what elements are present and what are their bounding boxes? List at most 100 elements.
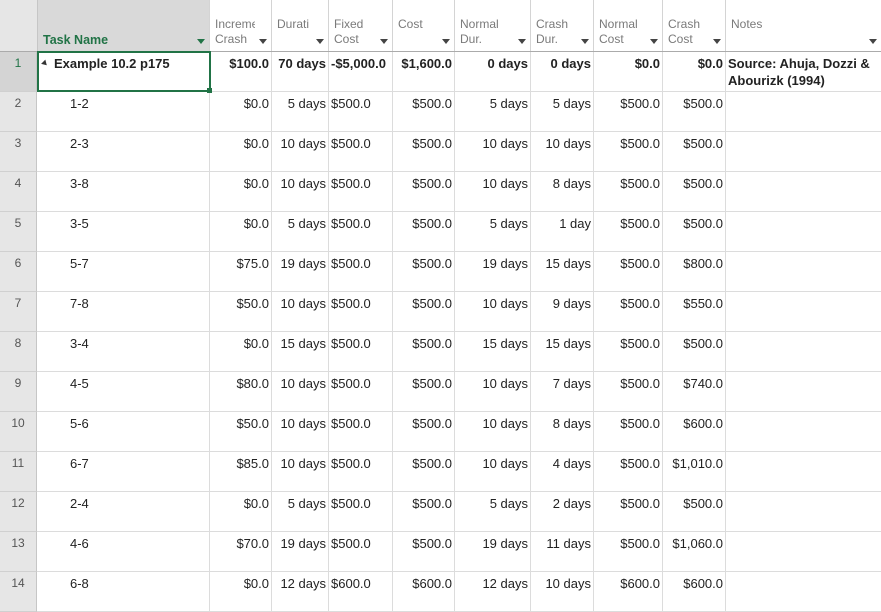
normal-cost-cell[interactable]: $500.0 — [594, 172, 663, 212]
notes-cell[interactable] — [726, 92, 881, 132]
fixed-cost-cell[interactable]: $500.0 — [329, 412, 393, 452]
table-row[interactable]: 12 2-4 $0.0 5 days $500.0 $500.0 5 days 2 days $… — [0, 492, 881, 532]
normal-duration-cell[interactable]: 5 days — [455, 212, 531, 252]
task-name-cell[interactable]: 1-2 — [38, 92, 210, 132]
table-row[interactable]: 7 7-8 $50.0 10 days $500.0 $500.0 10 days 9 day… — [0, 292, 881, 332]
crash-duration-cell[interactable]: 2 days — [531, 492, 594, 532]
filter-dropdown-icon[interactable] — [259, 39, 267, 44]
fixed-cost-cell[interactable]: $500.0 — [329, 172, 393, 212]
crash-cost-cell[interactable]: $500.0 — [663, 492, 726, 532]
crash-duration-cell[interactable]: 8 days — [531, 412, 594, 452]
crash-cost-cell[interactable]: $740.0 — [663, 372, 726, 412]
cost-cell[interactable]: $500.0 — [393, 292, 455, 332]
crash-duration-cell[interactable]: 11 days — [531, 532, 594, 572]
table-row[interactable]: 13 4-6 $70.0 19 days $500.0 $500.0 19 days 11 d… — [0, 532, 881, 572]
cost-cell[interactable]: $500.0 — [393, 132, 455, 172]
table-row[interactable]: 6 5-7 $75.0 19 days $500.0 $500.0 19 days 15 da… — [0, 252, 881, 292]
column-header-cost[interactable]: Cost — [393, 0, 455, 51]
duration-cell[interactable]: 5 days — [272, 492, 329, 532]
normal-duration-cell[interactable]: 10 days — [455, 452, 531, 492]
row-number[interactable]: 5 — [0, 212, 37, 252]
fixed-cost-cell[interactable]: $500.0 — [329, 212, 393, 252]
cost-cell[interactable]: $500.0 — [393, 212, 455, 252]
duration-cell[interactable]: 19 days — [272, 252, 329, 292]
increment-crash-cell[interactable]: $0.0 — [210, 332, 272, 372]
normal-cost-cell[interactable]: $500.0 — [594, 132, 663, 172]
fill-handle[interactable] — [207, 88, 212, 93]
table-row[interactable]: 10 5-6 $50.0 10 days $500.0 $500.0 10 days 8 da… — [0, 412, 881, 452]
cost-cell[interactable]: $500.0 — [393, 92, 455, 132]
duration-cell[interactable]: 10 days — [272, 372, 329, 412]
crash-duration-cell[interactable]: 7 days — [531, 372, 594, 412]
crash-cost-cell[interactable]: $1,060.0 — [663, 532, 726, 572]
cost-cell[interactable]: $1,600.0 — [393, 52, 455, 92]
fixed-cost-cell[interactable]: $500.0 — [329, 92, 393, 132]
table-row[interactable]: 2 1-2 $0.0 5 days $500.0 $500.0 5 days 5 days $5… — [0, 92, 881, 132]
fixed-cost-cell[interactable]: $500.0 — [329, 452, 393, 492]
duration-cell[interactable]: 10 days — [272, 292, 329, 332]
notes-cell[interactable] — [726, 212, 881, 252]
column-header-increment-crash[interactable]: Increme Crash — [210, 0, 272, 51]
task-name-cell[interactable]: 2-3 — [38, 132, 210, 172]
notes-cell[interactable]: Source: Ahuja, Dozzi & Abourizk (1994) — [726, 52, 881, 92]
row-number[interactable]: 2 — [0, 92, 37, 132]
cost-cell[interactable]: $500.0 — [393, 532, 455, 572]
table-row[interactable]: 5 3-5 $0.0 5 days $500.0 $500.0 5 days 1 day $50… — [0, 212, 881, 252]
cost-cell[interactable]: $600.0 — [393, 572, 455, 612]
normal-cost-cell[interactable]: $500.0 — [594, 292, 663, 332]
row-number[interactable]: 4 — [0, 172, 37, 212]
row-number[interactable]: 10 — [0, 412, 37, 452]
notes-cell[interactable] — [726, 572, 881, 612]
filter-dropdown-icon[interactable] — [713, 39, 721, 44]
fixed-cost-cell[interactable]: $500.0 — [329, 332, 393, 372]
crash-cost-cell[interactable]: $500.0 — [663, 92, 726, 132]
duration-cell[interactable]: 5 days — [272, 92, 329, 132]
crash-cost-cell[interactable]: $500.0 — [663, 172, 726, 212]
increment-crash-cell[interactable]: $70.0 — [210, 532, 272, 572]
row-number[interactable]: 6 — [0, 252, 37, 292]
cost-cell[interactable]: $500.0 — [393, 372, 455, 412]
crash-duration-cell[interactable]: 0 days — [531, 52, 594, 92]
task-name-cell[interactable]: 5-6 — [38, 412, 210, 452]
task-name-cell[interactable]: 4-5 — [38, 372, 210, 412]
duration-cell[interactable]: 15 days — [272, 332, 329, 372]
duration-cell[interactable]: 10 days — [272, 452, 329, 492]
table-row[interactable]: 4 3-8 $0.0 10 days $500.0 $500.0 10 days 8 days… — [0, 172, 881, 212]
normal-duration-cell[interactable]: 19 days — [455, 532, 531, 572]
normal-cost-cell[interactable]: $500.0 — [594, 92, 663, 132]
duration-cell[interactable]: 10 days — [272, 172, 329, 212]
task-name-cell[interactable]: 3-5 — [38, 212, 210, 252]
notes-cell[interactable] — [726, 452, 881, 492]
crash-cost-cell[interactable]: $0.0 — [663, 52, 726, 92]
cost-cell[interactable]: $500.0 — [393, 172, 455, 212]
filter-dropdown-icon[interactable] — [581, 39, 589, 44]
task-name-cell[interactable]: 3-8 — [38, 172, 210, 212]
increment-crash-cell[interactable]: $0.0 — [210, 572, 272, 612]
fixed-cost-cell[interactable]: $500.0 — [329, 292, 393, 332]
increment-crash-cell[interactable]: $50.0 — [210, 292, 272, 332]
crash-cost-cell[interactable]: $1,010.0 — [663, 452, 726, 492]
task-name-cell[interactable]: 4-6 — [38, 532, 210, 572]
column-header-crash-cost[interactable]: Crash Cost — [663, 0, 726, 51]
row-number[interactable]: 1 — [0, 52, 37, 92]
normal-duration-cell[interactable]: 0 days — [455, 52, 531, 92]
filter-dropdown-icon[interactable] — [869, 39, 877, 44]
normal-cost-cell[interactable]: $0.0 — [594, 52, 663, 92]
column-header-fixed-cost[interactable]: Fixed Cost — [329, 0, 393, 51]
table-row[interactable]: 3 2-3 $0.0 10 days $500.0 $500.0 10 days 10 day… — [0, 132, 881, 172]
cost-cell[interactable]: $500.0 — [393, 252, 455, 292]
row-number[interactable]: 3 — [0, 132, 37, 172]
normal-duration-cell[interactable]: 15 days — [455, 332, 531, 372]
duration-cell[interactable]: 70 days — [272, 52, 329, 92]
normal-cost-cell[interactable]: $500.0 — [594, 332, 663, 372]
crash-cost-cell[interactable]: $550.0 — [663, 292, 726, 332]
collapse-triangle-icon[interactable] — [41, 59, 49, 68]
normal-cost-cell[interactable]: $500.0 — [594, 252, 663, 292]
normal-duration-cell[interactable]: 10 days — [455, 292, 531, 332]
crash-duration-cell[interactable]: 10 days — [531, 572, 594, 612]
column-header-normal-cost[interactable]: Normal Cost — [594, 0, 663, 51]
increment-crash-cell[interactable]: $0.0 — [210, 492, 272, 532]
table-row[interactable]: 14 6-8 $0.0 12 days $600.0 $600.0 12 days 10 da… — [0, 572, 881, 612]
duration-cell[interactable]: 10 days — [272, 412, 329, 452]
column-header-normal-duration[interactable]: Normal Dur. — [455, 0, 531, 51]
